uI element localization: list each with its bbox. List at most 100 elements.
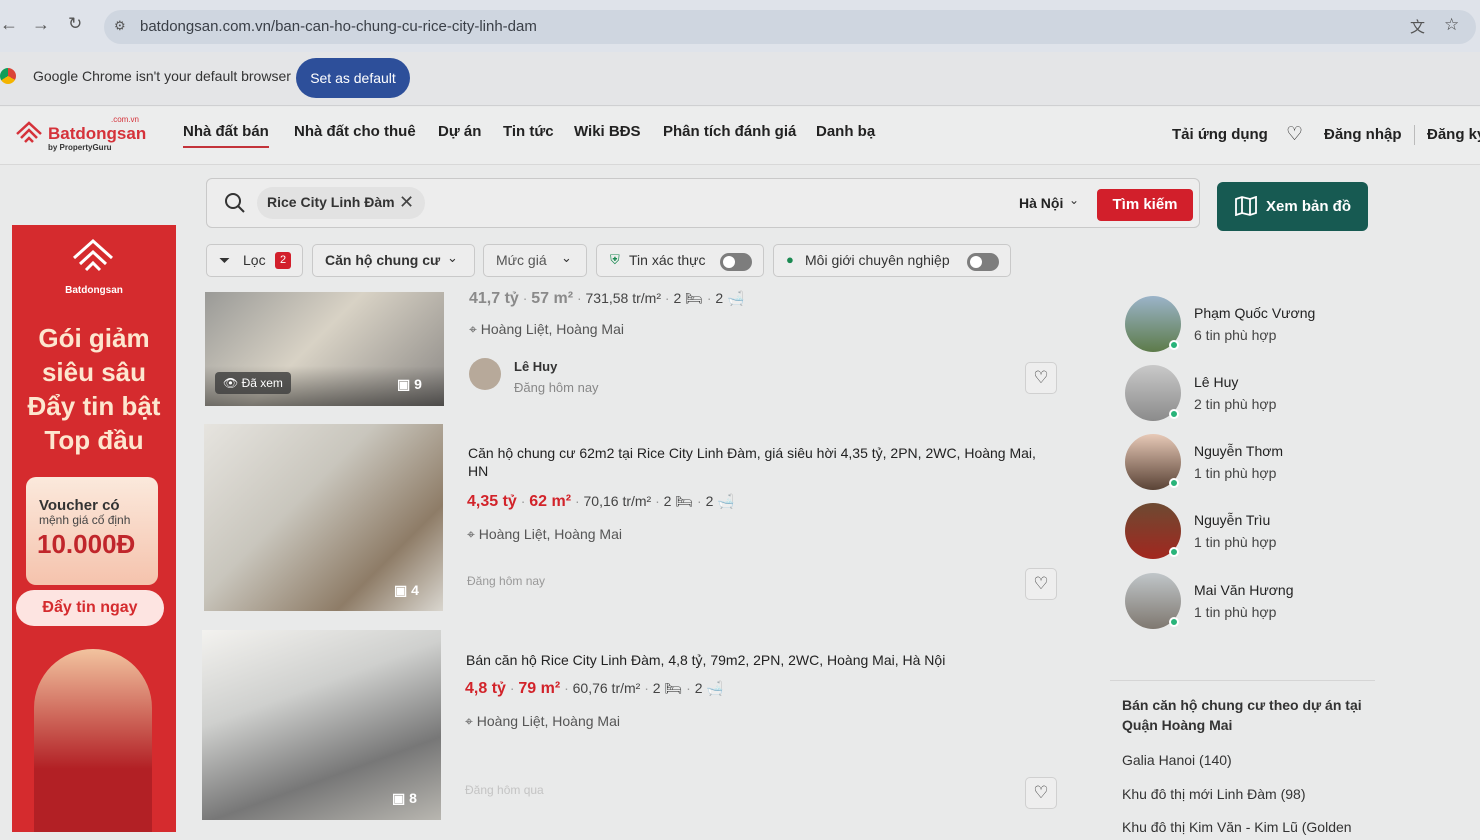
voucher-title: Voucher có (39, 497, 120, 514)
menu-du-an[interactable]: Dự án (438, 123, 481, 140)
ad-person-image (34, 649, 152, 832)
agent-listing-count: 2 tin phù hợp (1194, 396, 1277, 412)
voucher-card: Voucher có mệnh giá cố định 10.000Đ (26, 477, 158, 585)
bed-icon: 🛏 (675, 493, 694, 509)
verified-label: Tin xác thực (629, 252, 706, 268)
view-map-label: Xem bản đồ (1266, 198, 1352, 215)
agent-listing-count: 6 tin phù hợp (1194, 327, 1277, 343)
verified-toggle-filter[interactable]: ⛨ Tin xác thực (596, 244, 764, 277)
verified-toggle[interactable] (720, 253, 752, 271)
ad-brand: Batdongsan (65, 285, 123, 296)
menu-tin-tuc[interactable]: Tin tức (503, 123, 554, 140)
logo-domain: .com.vn (111, 115, 140, 124)
listing-1-agent-name[interactable]: Lê Huy (514, 359, 557, 374)
translate-icon[interactable]: 文 (1410, 16, 1425, 37)
listing-3-image[interactable]: ▣ 8 (202, 630, 441, 820)
agent-item[interactable]: Nguyễn Trìu 1 tin phù hợp (1123, 503, 1373, 563)
filter-button[interactable]: ⏷ Lọc 2 (206, 244, 303, 277)
photo-count: ▣ 4 (394, 582, 419, 599)
agent-item[interactable]: Phạm Quốc Vương 6 tin phù hợp (1123, 296, 1373, 356)
online-status-dot (1169, 617, 1179, 627)
listing-2-meta: 4,35 tỷ · 62 m² · 70,16 tr/m² · 2 🛏 · 2 … (467, 493, 735, 510)
listing-price: 4,35 tỷ (467, 493, 517, 510)
saved-heart-icon[interactable]: ♡ (1286, 123, 1303, 146)
register-link[interactable]: Đăng ký (1427, 126, 1480, 143)
price-dropdown[interactable]: Mức giá ⌄ (483, 244, 587, 277)
bath-icon: 🛁 (717, 493, 735, 509)
listing-price-per-m2: 70,16 tr/m² (583, 493, 652, 509)
chevron-down-icon: ⌄ (1069, 193, 1080, 207)
menu-phan-tich-danh-gia[interactable]: Phân tích đánh giá (663, 123, 796, 140)
image-icon: ▣ (394, 582, 412, 598)
site-info-icon[interactable]: ⚙ (114, 18, 126, 34)
property-type-dropdown[interactable]: Căn hộ chung cư ⌄ (312, 244, 475, 277)
listing-3-title[interactable]: Bán căn hộ Rice City Linh Đàm, 4,8 tỷ, 7… (466, 651, 1056, 669)
agent-item[interactable]: Nguyễn Thơm 1 tin phù hợp (1123, 434, 1373, 494)
save-heart-icon[interactable]: ♡ (1025, 362, 1057, 394)
save-heart-icon[interactable]: ♡ (1025, 568, 1057, 600)
set-as-default-button[interactable]: Set as default (296, 58, 410, 98)
listing-beds: 2 (663, 493, 672, 509)
save-heart-icon[interactable]: ♡ (1025, 777, 1057, 809)
project-link[interactable]: Galia Hanoi (140) (1122, 752, 1232, 768)
listing-2-title[interactable]: Căn hộ chung cư 62m2 tại Rice City Linh … (468, 444, 1058, 480)
agent-listing-count: 1 tin phù hợp (1194, 604, 1277, 620)
listing-baths: 2 (705, 493, 714, 509)
forward-icon[interactable]: → (32, 14, 50, 35)
back-icon[interactable]: ← (0, 14, 18, 35)
agent-name: Phạm Quốc Vương (1194, 305, 1316, 321)
location-pin-icon: ⌖ (469, 321, 481, 337)
location-pin-icon: ⌖ (467, 526, 479, 542)
reload-icon[interactable]: ↻ (68, 14, 82, 34)
address-bar[interactable]: ⚙ batdongsan.com.vn/ban-can-ho-chung-cu-… (104, 10, 1476, 44)
agent-item[interactable]: Mai Văn Hương 1 tin phù hợp (1123, 573, 1373, 633)
bed-icon: 🛏 (664, 680, 683, 696)
filter-funnel-icon: ⏷ (219, 252, 231, 268)
download-app-link[interactable]: Tải ứng dụng (1172, 126, 1268, 143)
map-icon (1235, 196, 1257, 216)
site-logo[interactable]: Batdongsan .com.vn by PropertyGuru (14, 115, 146, 157)
pro-agent-toggle-filter[interactable]: ● Môi giới chuyên nghiệp (773, 244, 1011, 277)
search-button[interactable]: Tìm kiếm (1097, 189, 1193, 221)
menu-nha-dat-cho-thue[interactable]: Nhà đất cho thuê (294, 123, 416, 140)
listing-area: 62 m² (529, 493, 572, 510)
agent-name: Lê Huy (1194, 374, 1239, 390)
property-type-label: Căn hộ chung cư (325, 252, 441, 268)
logo-sub: by PropertyGuru (48, 143, 112, 152)
listing-beds: 2 (652, 680, 661, 696)
bookmark-star-icon[interactable]: ☆ (1444, 15, 1459, 35)
agent-item[interactable]: Lê Huy 2 tin phù hợp (1123, 365, 1373, 425)
city-select[interactable]: Hà Nội (1019, 195, 1063, 211)
listing-area: 57 m² (531, 290, 574, 307)
search-keyword-chip[interactable]: Rice City Linh Đàm ✕ (257, 187, 425, 219)
boost-listing-button[interactable]: Đẩy tin ngay (16, 590, 164, 626)
projects-heading: Bán căn hộ chung cư theo dự án tại Quận … (1122, 697, 1362, 733)
menu-nha-dat-ban[interactable]: Nhà đất bán (183, 123, 269, 148)
project-link[interactable]: Khu đô thị Kim Văn - Kim Lũ (Golden (1122, 819, 1352, 835)
bath-icon: 🛁 (706, 680, 724, 696)
listing-beds: 2 (673, 290, 682, 306)
photo-count-text: 9 (414, 376, 422, 392)
project-link[interactable]: Khu đô thị mới Linh Đàm (98) (1122, 786, 1305, 802)
promo-banner[interactable]: Batdongsan Gói giảm siêu sâu Đẩy tin bật… (12, 225, 176, 832)
ad-headline: Gói giảm siêu sâu Đẩy tin bật Top đầu (27, 323, 161, 455)
menu-danh-ba[interactable]: Danh bạ (816, 123, 875, 140)
default-browser-infobar: Google Chrome isn't your default browser… (0, 52, 1480, 106)
chevron-down-icon: ⌄ (447, 250, 458, 265)
browser-toolbar: ← → ↻ ⚙ batdongsan.com.vn/ban-can-ho-chu… (0, 0, 1480, 52)
listing-1-image[interactable]: 👁 Đã xem ▣ 9 (205, 292, 444, 406)
agent-listing-count: 1 tin phù hợp (1194, 465, 1277, 481)
listing-2-image[interactable]: ▣ 4 (204, 424, 443, 611)
login-link[interactable]: Đăng nhập (1324, 126, 1402, 143)
location-text: Hoàng Liệt, Hoàng Mai (480, 321, 624, 337)
image-icon: ▣ (397, 376, 415, 392)
view-map-button[interactable]: Xem bản đồ (1217, 182, 1368, 231)
location-pin-icon: ⌖ (465, 713, 477, 729)
location-text: Hoàng Liệt, Hoàng Mai (476, 713, 620, 729)
menu-wiki-bds[interactable]: Wiki BĐS (574, 123, 641, 140)
close-icon[interactable]: ✕ (399, 192, 414, 213)
shield-check-icon: ⛨ (610, 252, 620, 267)
listing-3-location: ⌖ Hoàng Liệt, Hoàng Mai (465, 713, 620, 730)
pro-agent-toggle[interactable] (967, 253, 999, 271)
listing-price-per-m2: 731,58 tr/m² (585, 290, 661, 306)
